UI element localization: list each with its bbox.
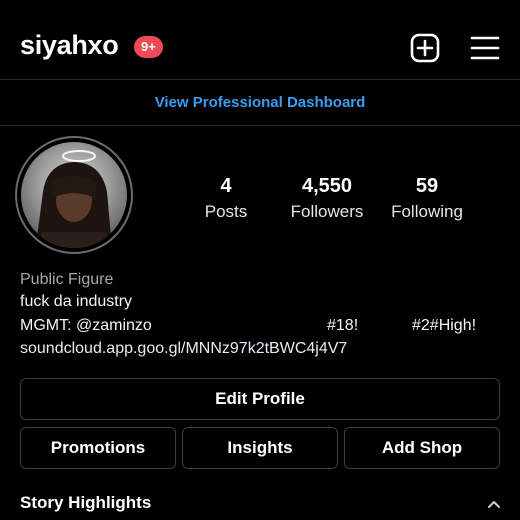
avatar[interactable] <box>15 136 133 254</box>
following-label: Following <box>391 202 463 221</box>
posts-count: 4 <box>220 175 232 197</box>
insights-button[interactable]: Insights <box>182 427 338 469</box>
following-count: 59 <box>415 175 439 197</box>
bio-link[interactable]: soundcloud.app.goo.gl/MNNz97k2tBWC4j4V7 <box>20 338 347 360</box>
profile-photo-illustration <box>37 150 111 248</box>
view-professional-dashboard-link[interactable]: View Professional Dashboard <box>155 94 366 111</box>
profile-photo <box>21 142 127 248</box>
add-shop-button[interactable]: Add Shop <box>344 427 500 469</box>
profile-username[interactable]: siyahxo <box>20 30 119 61</box>
notification-badge[interactable]: 9+ <box>134 36 163 58</box>
hamburger-menu-icon[interactable] <box>470 35 500 61</box>
promotions-button[interactable]: Promotions <box>20 427 176 469</box>
posts-label: Posts <box>204 202 248 221</box>
bio-text: fuck da industry <box>20 293 133 310</box>
followers-count: 4,550 <box>301 175 353 197</box>
bio-hashtag-2[interactable]: #2#High! <box>412 315 476 337</box>
chevron-up-icon[interactable] <box>486 498 502 510</box>
following-stat[interactable]: 59 Following <box>384 174 470 224</box>
bio-hashtag-1[interactable]: #18! <box>327 315 358 337</box>
profile-category: Public Figure <box>20 271 114 288</box>
followers-label: Followers <box>290 202 364 221</box>
top-header: siyahxo 9+ <box>0 0 520 80</box>
bio-mgmt[interactable]: MGMT: @zaminzo <box>20 315 152 337</box>
followers-stat[interactable]: 4,550 Followers <box>282 174 372 224</box>
edit-profile-button[interactable]: Edit Profile <box>20 378 500 420</box>
story-highlights-title[interactable]: Story Highlights <box>20 493 151 513</box>
professional-dashboard-bar: View Professional Dashboard <box>0 80 520 126</box>
posts-stat[interactable]: 4 Posts <box>196 174 256 224</box>
plus-square-icon[interactable] <box>410 33 440 63</box>
